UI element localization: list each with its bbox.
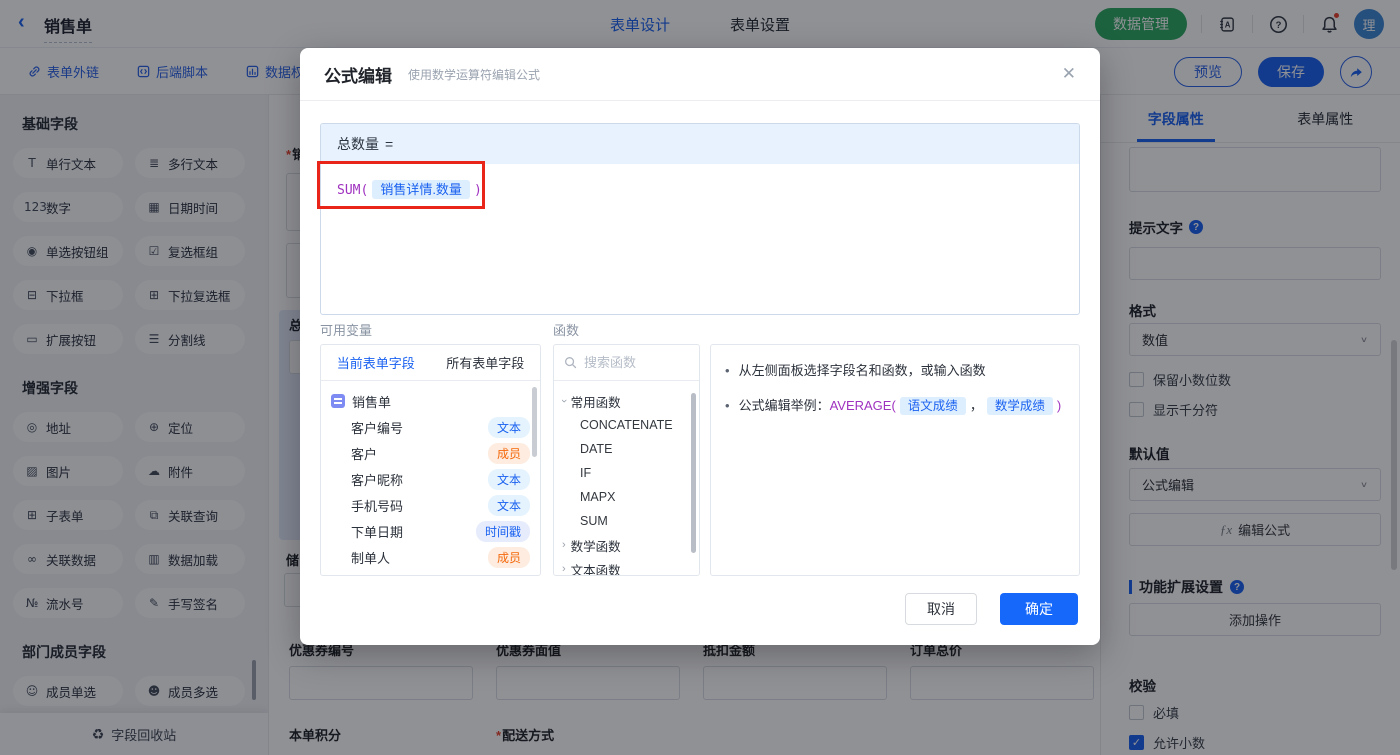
variable-name: 客户	[351, 444, 377, 463]
variables-label: 可用变量	[320, 320, 372, 339]
close-icon[interactable]: ✕	[1062, 64, 1076, 84]
field-type-badge: 文本	[488, 495, 530, 516]
field-type-badge: 文本	[488, 469, 530, 490]
function-name: SUM(	[337, 183, 368, 198]
function-search-input[interactable]	[584, 355, 684, 370]
field-token[interactable]: 销售详情.数量	[372, 180, 470, 199]
function-group-label: 常用函数	[571, 392, 621, 411]
tree-chevron-icon: ›	[562, 563, 566, 575]
function-item[interactable]: IF	[562, 461, 691, 485]
formula-help-panel: • 从左侧面板选择字段名和函数，或输入函数 • 公式编辑举例：AVERAGE(语…	[710, 344, 1080, 576]
variable-root-row[interactable]: 销售单	[331, 388, 530, 414]
variables-scrollbar[interactable]	[532, 387, 537, 457]
variable-name: 客户昵称	[351, 470, 403, 489]
variable-name: 制单人	[351, 548, 390, 567]
variable-field-row[interactable]: 客户编号 文本	[331, 414, 530, 440]
tree-chevron-icon: ›	[558, 399, 570, 403]
functions-label: 函数	[553, 320, 579, 339]
tree-chevron-icon: ›	[562, 539, 566, 551]
variable-field-row[interactable]: 手机号码 文本	[331, 492, 530, 518]
formula-input-area[interactable]: SUM(销售详情.数量)	[321, 164, 1079, 213]
variable-name: 下单日期	[351, 522, 403, 541]
function-item[interactable]: CONCATENATE	[562, 413, 691, 437]
dialog-subtitle: 使用数学运算符编辑公式	[408, 66, 540, 83]
field-type-badge: 成员	[488, 547, 530, 568]
search-icon	[564, 356, 577, 369]
function-group-label: 数学函数	[571, 536, 621, 555]
variables-panel: 当前表单字段 所有表单字段 销售单 客户编号文本客户成员客户昵称文本手机号码文本…	[320, 344, 541, 576]
example-field-token: 数学成绩	[987, 397, 1053, 415]
formula-edit-dialog: 公式编辑 使用数学运算符编辑公式 ✕ 总数量 = SUM(销售详情.数量) 可用…	[300, 48, 1100, 645]
variable-field-row[interactable]: 客户 成员	[331, 440, 530, 466]
dialog-title: 公式编辑	[324, 62, 392, 87]
example-function-name: AVERAGE(	[830, 398, 896, 413]
help-example: • 公式编辑举例：AVERAGE(语文成绩，数学成绩)	[725, 395, 1065, 417]
field-type-badge: 成员	[488, 443, 530, 464]
help-tip: • 从左侧面板选择字段名和函数，或输入函数	[725, 360, 1065, 382]
dialog-header: 公式编辑 使用数学运算符编辑公式 ✕	[300, 48, 1100, 101]
variable-field-row[interactable]: 制单人 成员	[331, 544, 530, 570]
variable-field-row[interactable]: 下单日期 时间戳	[331, 518, 530, 544]
field-type-badge: 时间戳	[476, 521, 530, 542]
variable-field-row[interactable]: 客户昵称 文本	[331, 466, 530, 492]
variables-tabs: 当前表单字段 所有表单字段	[321, 345, 540, 381]
variable-name: 手机号码	[351, 496, 403, 515]
formula-result-bar: 总数量 =	[321, 124, 1079, 164]
function-group-row[interactable]: › 数学函数	[562, 533, 691, 557]
tab-current-form-fields[interactable]: 当前表单字段	[321, 345, 431, 380]
function-group-label: 文本函数	[571, 560, 621, 577]
function-group-row[interactable]: ›常用函数	[562, 389, 691, 413]
function-item[interactable]: MAPX	[562, 485, 691, 509]
cancel-button[interactable]: 取消	[905, 593, 977, 625]
field-type-badge: 文本	[488, 417, 530, 438]
functions-scrollbar[interactable]	[691, 393, 696, 553]
variable-name: 客户编号	[351, 418, 403, 437]
function-group-row[interactable]: › 文本函数	[562, 557, 691, 576]
tab-all-form-fields[interactable]: 所有表单字段	[431, 345, 541, 380]
example-field-token: 语文成绩	[900, 397, 966, 415]
function-item[interactable]: DATE	[562, 437, 691, 461]
formula-editor: 总数量 = SUM(销售详情.数量)	[320, 123, 1080, 315]
functions-panel: ›常用函数CONCATENATEDATEIFMAPXSUM›数学函数›文本函数	[553, 344, 700, 576]
form-doc-icon	[331, 394, 345, 408]
function-item[interactable]: SUM	[562, 509, 691, 533]
confirm-button[interactable]: 确定	[1000, 593, 1078, 625]
function-search[interactable]	[554, 345, 699, 381]
